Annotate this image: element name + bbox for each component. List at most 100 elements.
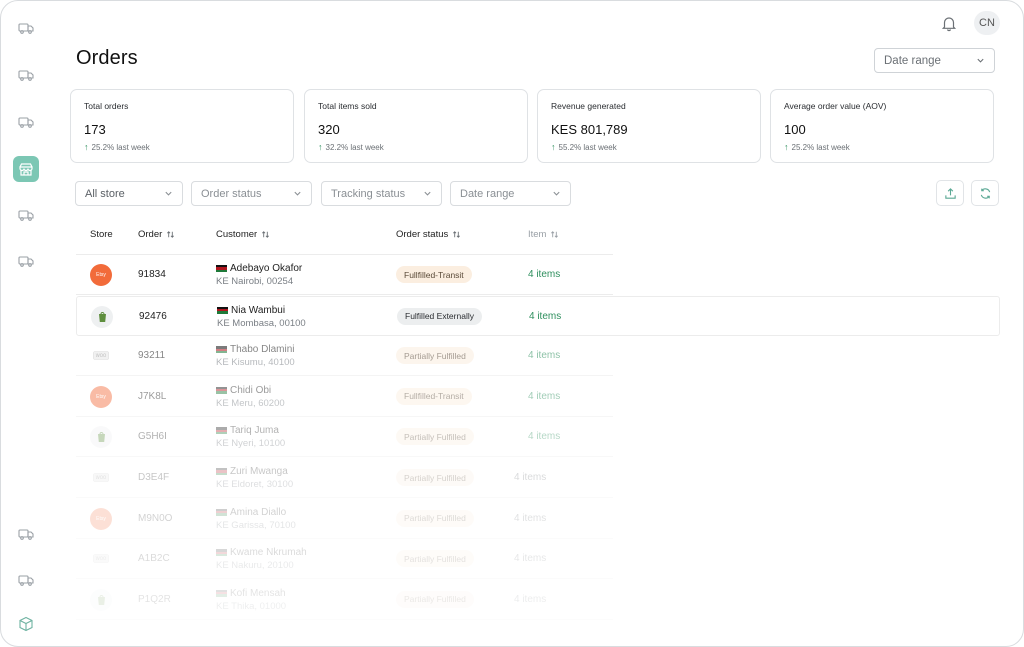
- stat-card-revenue: Revenue generated KES 801,789 ↑ 55.2% las…: [537, 89, 761, 163]
- customer-cell: Thabo Dlamini KE Kisumu, 40100: [216, 344, 295, 368]
- customer-name: Kwame Nkrumah: [230, 547, 307, 559]
- sidebar-item-shipments-1[interactable]: [13, 15, 39, 41]
- customer-name-line: Chidi Obi: [216, 385, 285, 396]
- order-id[interactable]: 93211: [138, 350, 165, 361]
- date-range-filter[interactable]: Date range: [450, 181, 571, 206]
- column-header-label: Item: [528, 229, 547, 240]
- stat-change: ↑ 25.2% last week: [784, 142, 980, 152]
- table-row[interactable]: P1Q2R Kofi Mensah KE Thika, 01000 Partially…: [76, 580, 613, 620]
- column-header-label: Order status: [396, 229, 449, 240]
- status-badge: Partially Fulfilled: [396, 509, 474, 527]
- page-title: Orders: [76, 47, 138, 69]
- truck-icon: [18, 529, 34, 540]
- export-button[interactable]: [936, 180, 964, 206]
- sidebar-item-shipments-2[interactable]: [13, 62, 39, 88]
- stat-change: ↑ 25.2% last week: [84, 142, 280, 152]
- sidebar-item-shipments-5[interactable]: [13, 248, 39, 274]
- customer-name: Tariq Juma: [230, 425, 279, 437]
- customer-location: KE Nairobi, 00254: [216, 276, 294, 287]
- order-id[interactable]: J7K8L: [138, 391, 166, 402]
- table-row[interactable]: Etsy M9N0O Amina Diallo KE Garissa, 70100 Pa…: [76, 499, 613, 539]
- refresh-button[interactable]: [971, 180, 999, 206]
- truck-icon: [18, 117, 34, 128]
- order-id[interactable]: D3E4F: [138, 472, 169, 483]
- sidebar-item-shipments-3[interactable]: [13, 109, 39, 135]
- chevron-down-icon: [553, 191, 560, 196]
- table-row[interactable]: 92476 Nia Wambui KE Mombasa, 00100 Fulfille…: [76, 295, 1000, 336]
- sidebar-item-shipments-6[interactable]: [13, 521, 39, 547]
- date-range-select[interactable]: Date range: [874, 48, 995, 73]
- sidebar-item-shipments-7[interactable]: [13, 567, 39, 593]
- items-link[interactable]: 4 items: [528, 350, 560, 361]
- store-filter[interactable]: All store: [75, 181, 183, 206]
- stat-card-total-orders: Total orders 173 ↑ 25.2% last week: [70, 89, 294, 163]
- order-id[interactable]: G5H6I: [138, 431, 167, 442]
- customer-location: KE Mombasa, 00100: [217, 317, 306, 329]
- customer-name: Nia Wambui: [231, 304, 286, 316]
- sidebar-item-shipments-4[interactable]: [13, 202, 39, 228]
- truck-icon: [18, 70, 34, 81]
- avatar[interactable]: CN: [974, 11, 1000, 35]
- items-link[interactable]: 4 items: [514, 594, 546, 605]
- items-link[interactable]: 4 items: [514, 513, 546, 524]
- items-link[interactable]: 4 items: [528, 269, 560, 280]
- order-id[interactable]: A1B2C: [138, 553, 170, 564]
- items-link[interactable]: 4 items: [514, 472, 546, 483]
- sidebar: [1, 1, 51, 646]
- shopify-logo-icon: [90, 426, 112, 449]
- sort-icon: [262, 231, 270, 238]
- table-row[interactable]: Etsy J7K8L Chidi Obi KE Meru, 60200 Fullfill…: [76, 377, 613, 417]
- column-header-item[interactable]: Item: [528, 229, 559, 240]
- items-link[interactable]: 4 items: [514, 553, 546, 564]
- truck-icon: [18, 256, 34, 267]
- status-badge: Fullfilled-Transit: [396, 387, 472, 405]
- sidebar-logo[interactable]: [15, 613, 37, 635]
- stat-label: Revenue generated: [551, 101, 626, 111]
- status-badge: Fulfilled Externally: [397, 307, 482, 325]
- table-row[interactable]: WOO A1B2C Kwame Nkrumah KE Nakuru, 20100 Par…: [76, 539, 613, 580]
- stat-value: 100: [784, 122, 806, 137]
- bell-icon[interactable]: [940, 14, 958, 32]
- items-link[interactable]: 4 items: [528, 391, 560, 402]
- table-row[interactable]: G5H6I Tariq Juma KE Nyeri, 10100 Partially …: [76, 417, 613, 458]
- items-link[interactable]: 4 items: [528, 431, 560, 442]
- table-row[interactable]: WOO 93211 Thabo Dlamini KE Kisumu, 40100 Par…: [76, 336, 613, 377]
- stat-value: 173: [84, 122, 106, 137]
- order-id[interactable]: 91834: [138, 269, 166, 280]
- items-link[interactable]: 4 items: [529, 311, 561, 322]
- order-status-filter[interactable]: Order status: [191, 181, 312, 206]
- svg-text:WOO: WOO: [96, 556, 107, 561]
- customer-cell: Adebayo Okafor KE Nairobi, 00254: [216, 263, 302, 287]
- order-id[interactable]: P1Q2R: [138, 594, 171, 605]
- order-id[interactable]: M9N0O: [138, 513, 172, 524]
- arrow-up-icon: ↑: [784, 142, 789, 152]
- table-row[interactable]: Etsy 91834 Adebayo Okafor KE Nairobi, 00254…: [76, 255, 613, 295]
- store-filter-label: All store: [85, 187, 125, 200]
- sort-icon: [551, 231, 559, 238]
- column-header-order[interactable]: Order: [138, 229, 175, 240]
- table-row[interactable]: WOO D3E4F Zuri Mwanga KE Eldoret, 30100 Part…: [76, 458, 613, 498]
- arrow-up-icon: ↑: [551, 142, 556, 152]
- stat-change-text: 25.2% last week: [791, 142, 850, 152]
- status-badge: Fullfilled-Transit: [396, 266, 472, 283]
- column-header-customer[interactable]: Customer: [216, 229, 270, 240]
- customer-cell: Amina Diallo KE Garissa, 70100: [216, 507, 296, 531]
- tracking-status-filter[interactable]: Tracking status: [321, 181, 442, 206]
- column-header-label: Customer: [216, 229, 258, 240]
- sort-icon: [453, 231, 461, 238]
- stat-label: Average order value (AOV): [784, 101, 887, 111]
- column-header-store: Store: [90, 229, 113, 240]
- stat-change: ↑ 32.2% last week: [318, 142, 514, 152]
- customer-name-line: Amina Diallo: [216, 507, 296, 518]
- shopify-logo-icon: [91, 305, 113, 328]
- truck-icon: [18, 575, 34, 586]
- order-id[interactable]: 92476: [139, 311, 167, 322]
- column-header-order-status[interactable]: Order status: [396, 229, 461, 240]
- customer-cell: Nia Wambui KE Mombasa, 00100: [217, 305, 306, 329]
- kenya-flag-icon: [216, 427, 227, 435]
- app-window: CN Orders Date range Total orders 173 ↑ 2…: [0, 0, 1024, 647]
- status-badge: Partially Fulfilled: [396, 590, 474, 608]
- sidebar-item-orders[interactable]: [13, 156, 39, 182]
- customer-location: KE Garissa, 70100: [216, 519, 296, 531]
- chevron-down-icon: [165, 191, 172, 196]
